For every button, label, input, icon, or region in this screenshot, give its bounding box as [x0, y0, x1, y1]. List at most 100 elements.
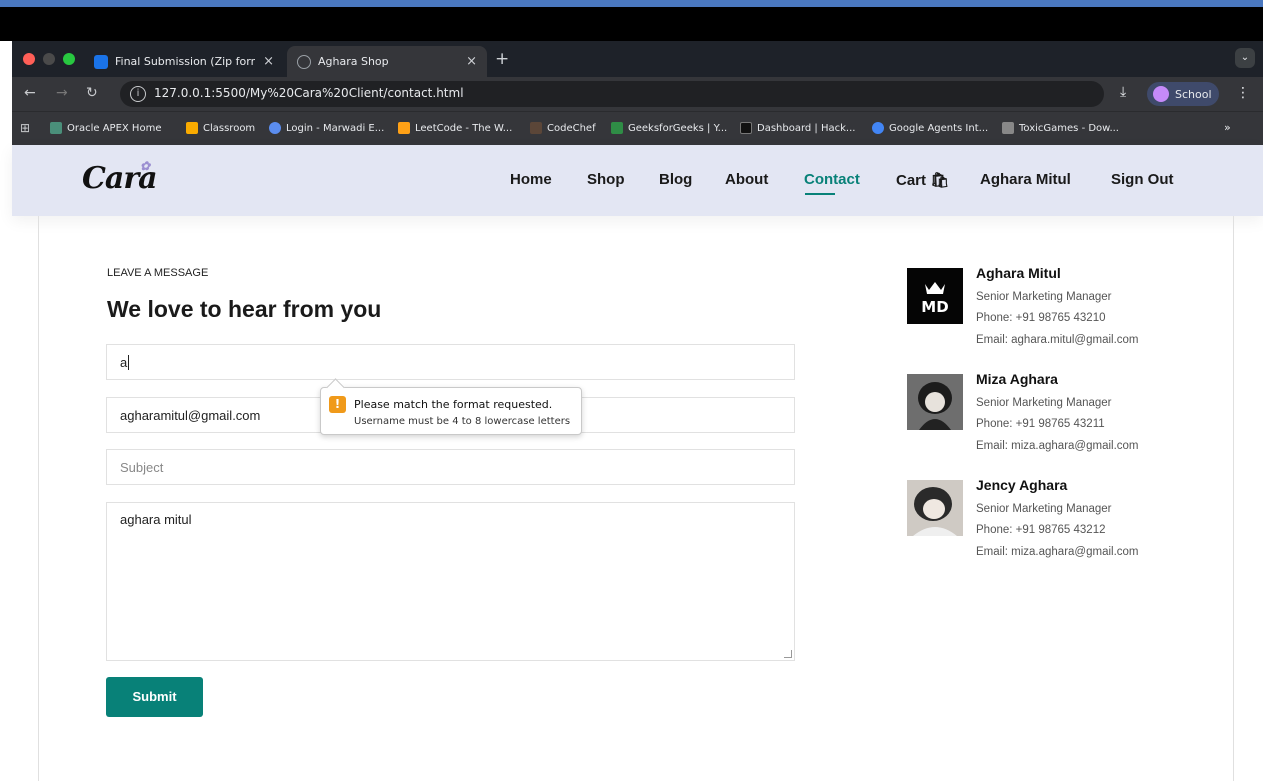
form-kicker: LEAVE A MESSAGE [107, 267, 209, 279]
anime-character-icon [907, 374, 963, 430]
bookmark-oracle-apex[interactable]: Oracle APEX Home [50, 122, 161, 134]
bookmark-label: Classroom [203, 122, 256, 134]
person-phone: Phone: +91 98765 43211 [976, 418, 1105, 430]
subject-input[interactable]: Subject [106, 449, 795, 485]
bookmark-label: LeetCode - The W... [415, 122, 513, 134]
window-zoom-button[interactable] [63, 53, 75, 65]
bookmark-label: GeeksforGeeks | Y... [628, 122, 728, 134]
bookmark-classroom[interactable]: Classroom [186, 122, 255, 134]
forward-arrow-icon[interactable]: → [56, 85, 68, 101]
person-email[interactable]: Email: miza.aghara@gmail.com [976, 440, 1139, 452]
bookmark-label: Dashboard | Hack... [757, 122, 856, 134]
bookmark-hackerrank[interactable]: Dashboard | Hack... [740, 122, 855, 134]
address-bar[interactable]: i 127.0.0.1:5500/My%20Cara%20Client/cont… [120, 81, 1201, 107]
nav-about[interactable]: About [725, 171, 768, 188]
download-icon[interactable]: ⤓ [1120, 84, 1126, 100]
site-header: Cara ✿ Home Shop Blog About Contact Cart… [12, 145, 1263, 216]
classroom-icon [186, 122, 198, 134]
subject-placeholder: Subject [120, 459, 164, 475]
warning-icon: ! [329, 396, 346, 413]
resize-grip-icon[interactable] [784, 650, 792, 658]
active-nav-underline [805, 193, 835, 195]
message-textarea[interactable]: aghara mitul [106, 502, 795, 661]
email-input-value: agharamitul@gmail.com [120, 407, 261, 423]
bookmark-label: Google Agents Int... [889, 122, 989, 134]
crown-monogram-icon: MD [921, 282, 949, 316]
name-input-value: a [120, 354, 128, 370]
profile-button[interactable]: School [1147, 82, 1219, 106]
person-name: Aghara Mitul [976, 265, 1061, 281]
nav-shop[interactable]: Shop [587, 171, 625, 188]
window-close-button[interactable] [23, 53, 35, 65]
window-minimize-button[interactable] [43, 53, 55, 65]
person-phone: Phone: +91 98765 43212 [976, 524, 1106, 536]
bookmark-label: Oracle APEX Home [67, 122, 162, 134]
avatar [907, 374, 963, 430]
new-tab-button[interactable]: + [495, 49, 509, 69]
person-role: Senior Marketing Manager [976, 291, 1112, 303]
shield-icon [269, 122, 281, 134]
bookmark-marwadi-login[interactable]: Login - Marwadi E... [269, 122, 384, 134]
tab-search-menu-icon[interactable]: ⌄ [1235, 48, 1255, 68]
person-name: Miza Aghara [976, 371, 1058, 387]
screen-top-band [0, 7, 1263, 41]
nav-contact[interactable]: Contact [804, 171, 860, 188]
browser-toolbar: ← → ↻ i 127.0.0.1:5500/My%20Cara%20Clien… [12, 77, 1263, 111]
anime-character-icon [907, 480, 963, 536]
classroom-favicon-icon [94, 54, 108, 69]
top-accent-line [0, 0, 1263, 7]
back-arrow-icon[interactable]: ← [24, 85, 36, 101]
person-email[interactable]: Email: aghara.mitul@gmail.com [976, 334, 1139, 346]
codechef-icon [530, 122, 542, 134]
more-bookmarks-icon[interactable]: » [1224, 121, 1231, 134]
person-name: Jency Aghara [976, 477, 1068, 493]
text-caret [128, 354, 130, 370]
hackerrank-icon [740, 122, 752, 134]
cara-logo[interactable]: Cara ✿ [82, 159, 158, 196]
tab-aghara-shop[interactable]: Aghara Shop × [287, 46, 487, 77]
lavender-leaf-icon: ✿ [140, 159, 150, 173]
tab-close-icon[interactable]: × [263, 54, 274, 69]
tab-title: Final Submission (Zip format [115, 55, 255, 68]
person-role: Senior Marketing Manager [976, 503, 1112, 515]
apps-grid-icon[interactable]: ⊞ [20, 121, 30, 135]
profile-label: School [1175, 87, 1212, 101]
tab-strip: Final Submission (Zip format × Aghara Sh… [12, 41, 1263, 77]
geeksforgeeks-icon [611, 122, 623, 134]
bookmark-toxicgames[interactable]: ToxicGames - Dow... [1002, 122, 1119, 134]
message-value: aghara mitul [120, 512, 192, 527]
bookmark-google-agents[interactable]: Google Agents Int... [872, 122, 988, 134]
submit-button[interactable]: Submit [106, 677, 203, 717]
nav-cart[interactable]: Cart 🛍 [896, 171, 949, 189]
nav-blog[interactable]: Blog [659, 171, 692, 188]
toxicgames-icon [1002, 122, 1014, 134]
browser-menu-icon[interactable]: ⋮ [1236, 85, 1250, 101]
validation-title: Please match the format requested. [354, 398, 553, 411]
person-phone: Phone: +91 98765 43210 [976, 312, 1106, 324]
form-heading: We love to hear from you [107, 296, 382, 322]
oracle-apex-icon [50, 122, 62, 134]
person-email[interactable]: Email: miza.aghara@gmail.com [976, 546, 1139, 558]
bookmark-codechef[interactable]: CodeChef [530, 122, 596, 134]
leetcode-icon [398, 122, 410, 134]
reload-icon[interactable]: ↻ [86, 85, 98, 101]
nav-user-name[interactable]: Aghara Mitul [980, 171, 1071, 188]
site-info-icon[interactable]: i [130, 86, 146, 102]
tab-close-icon[interactable]: × [466, 54, 477, 69]
section-border-right [1233, 216, 1234, 781]
bookmark-label: ToxicGames - Dow... [1019, 122, 1119, 134]
validation-message: Username must be 4 to 8 lowercase letter… [354, 416, 571, 427]
url-text[interactable]: 127.0.0.1:5500/My%20Cara%20Client/contac… [154, 86, 464, 100]
name-input[interactable]: a [106, 344, 795, 380]
nav-home[interactable]: Home [510, 171, 552, 188]
bookmark-geeksforgeeks[interactable]: GeeksforGeeks | Y... [611, 122, 727, 134]
browser-chrome: Final Submission (Zip format × Aghara Sh… [12, 41, 1263, 145]
bookmark-leetcode[interactable]: LeetCode - The W... [398, 122, 512, 134]
section-border-left [38, 216, 39, 781]
google-icon [872, 122, 884, 134]
bookmark-label: Login - Marwadi E... [286, 122, 385, 134]
tab-final-submission[interactable]: Final Submission (Zip format × [84, 46, 284, 77]
avatar: MD [907, 268, 963, 324]
nav-sign-out[interactable]: Sign Out [1111, 171, 1174, 188]
person-role: Senior Marketing Manager [976, 397, 1112, 409]
